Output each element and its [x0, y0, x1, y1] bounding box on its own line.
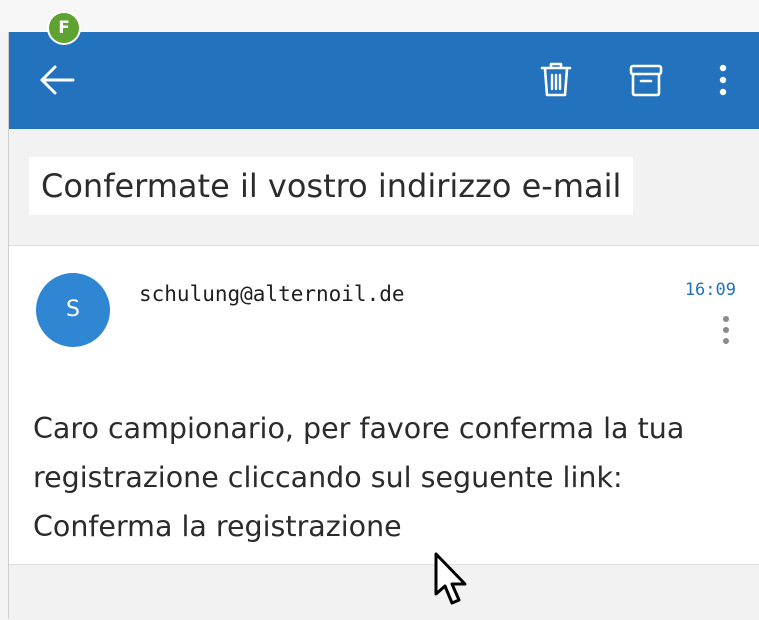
app-bar	[9, 32, 759, 129]
back-button[interactable]	[37, 62, 77, 98]
archive-button[interactable]	[626, 60, 666, 100]
body-line: Caro campionario, per favore conferma la…	[33, 412, 685, 445]
screen: F Confermate il vostro indirizzo e-mail …	[0, 0, 759, 620]
email-subject: Confermate il vostro indirizzo e-mail	[29, 157, 634, 215]
trash-icon	[540, 62, 572, 97]
app-badge: F	[47, 11, 81, 45]
message-more-button[interactable]	[714, 310, 738, 350]
confirm-registration-link[interactable]: Conferma la registrazione	[33, 502, 753, 551]
subject-area: Confermate il vostro indirizzo e-mail	[9, 129, 759, 246]
archive-icon	[629, 64, 663, 97]
sender-avatar: S	[36, 273, 110, 347]
more-vertical-icon	[723, 316, 729, 344]
sender-address: schulung@alternoil.de	[139, 282, 405, 306]
received-time: 16:09	[684, 280, 736, 300]
arrow-left-icon	[40, 65, 75, 95]
mail-window: Confermate il vostro indirizzo e-mail S …	[8, 32, 759, 620]
body-line: registrazione cliccando sul seguente lin…	[33, 461, 623, 494]
more-options-button[interactable]	[709, 60, 737, 100]
email-message: S schulung@alternoil.de 16:09 Caro campi…	[9, 246, 759, 564]
mouse-cursor-icon	[434, 552, 467, 605]
delete-button[interactable]	[536, 60, 576, 100]
top-strip	[0, 0, 759, 32]
email-body: Caro campionario, per favore conferma la…	[33, 404, 753, 551]
more-vertical-icon	[719, 64, 727, 96]
footer-area	[9, 564, 759, 620]
